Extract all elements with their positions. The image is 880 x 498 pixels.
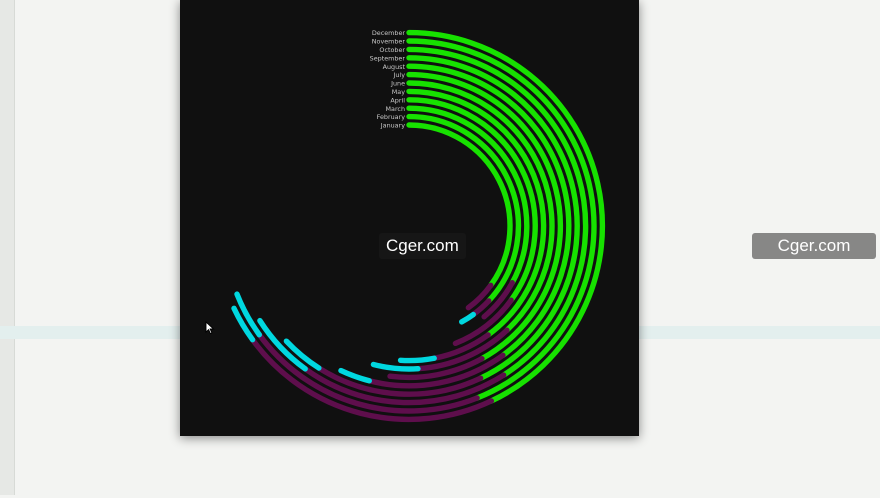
- month-label: May: [392, 88, 405, 96]
- mouse-cursor-icon: [205, 321, 215, 335]
- code-line[interactable]: [0, 459, 880, 472]
- month-label: August: [383, 63, 406, 71]
- code-line[interactable]: [0, 445, 880, 458]
- cycle-arc: [397, 355, 437, 364]
- month-label: June: [390, 80, 405, 88]
- month-label: November: [372, 38, 406, 46]
- month-label: July: [393, 71, 406, 79]
- month-label: February: [377, 113, 406, 121]
- code-line[interactable]: [0, 485, 880, 498]
- month-label: October: [379, 46, 405, 54]
- activity-radial-chart: DecemberNovemberOctoberSeptemberAugustJu…: [231, 29, 606, 423]
- month-label: January: [380, 122, 405, 130]
- watermark-page: Cger.com: [752, 233, 876, 259]
- code-line[interactable]: [0, 472, 880, 485]
- month-label: September: [370, 54, 406, 62]
- watermark-sketch: Cger.com: [379, 233, 466, 259]
- cycle-arc: [459, 311, 476, 325]
- month-label: December: [372, 29, 406, 37]
- sketch-window[interactable]: December November October September August Ju…: [180, 0, 639, 436]
- month-label: April: [390, 96, 405, 104]
- cycle-arc: [370, 361, 421, 372]
- month-label: March: [386, 105, 405, 113]
